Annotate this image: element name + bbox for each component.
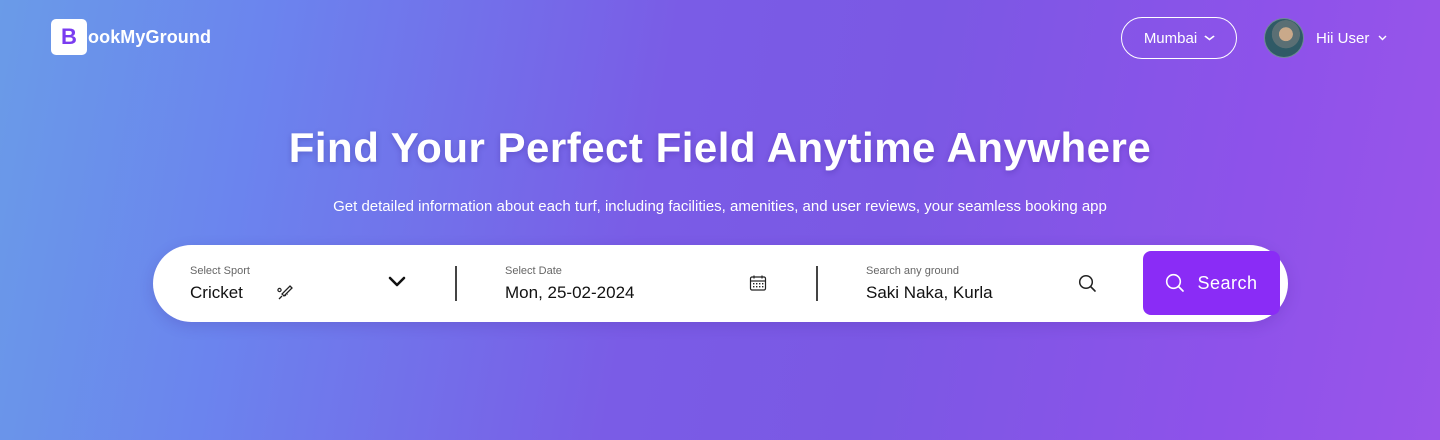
divider <box>455 266 457 301</box>
chevron-down-icon <box>1204 35 1215 41</box>
search-button[interactable]: Search <box>1143 251 1280 315</box>
divider <box>816 266 818 301</box>
user-menu[interactable]: Hii User <box>1264 18 1387 58</box>
chevron-down-icon <box>1378 35 1387 41</box>
logo-badge: B <box>51 19 87 55</box>
date-value: Mon, 25-02-2024 <box>505 283 635 302</box>
search-bar: Select Sport Cricket Select Date Mon, 25… <box>153 245 1288 322</box>
calendar-icon[interactable] <box>749 274 767 292</box>
sport-field[interactable]: Select Sport Cricket <box>190 245 410 322</box>
hero-subtitle: Get detailed information about each turf… <box>333 198 1107 215</box>
cricket-bat-icon <box>277 285 293 300</box>
ground-label: Search any ground <box>866 265 959 277</box>
ground-value: Saki Naka, Kurla <box>866 283 993 302</box>
avatar[interactable] <box>1264 18 1304 58</box>
sport-label: Select Sport <box>190 265 250 277</box>
logo-text: ookMyGround <box>88 26 212 47</box>
chevron-down-icon[interactable] <box>388 276 406 288</box>
logo[interactable]: B ookMyGround <box>51 19 211 55</box>
date-label: Select Date <box>505 265 562 277</box>
search-icon[interactable] <box>1078 274 1097 293</box>
date-field[interactable]: Select Date Mon, 25-02-2024 <box>505 245 775 322</box>
user-greeting: Hii User <box>1316 29 1370 47</box>
search-icon <box>1166 273 1185 292</box>
city-selector-button[interactable]: Mumbai <box>1121 17 1237 59</box>
search-button-label: Search <box>1197 272 1258 293</box>
ground-search-field[interactable]: Search any ground Saki Naka, Kurla <box>866 245 1096 322</box>
sport-value: Cricket <box>190 283 243 302</box>
hero-title: Find Your Perfect Field Anytime Anywhere <box>288 124 1152 171</box>
city-label: Mumbai <box>1143 29 1198 47</box>
